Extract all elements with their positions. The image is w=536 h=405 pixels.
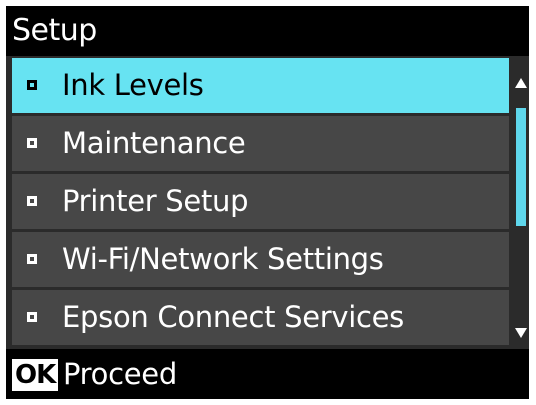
menu-item-printer-setup[interactable]: Printer Setup	[12, 174, 509, 229]
menu-item-label: Epson Connect Services	[62, 300, 404, 334]
screen-title: Setup	[6, 6, 529, 56]
menu-item-label: Ink Levels	[62, 68, 204, 102]
scrollbar[interactable]	[513, 58, 529, 346]
scroll-up-arrow-icon	[515, 78, 527, 88]
scrollbar-thumb[interactable]	[516, 108, 526, 226]
menu-item-epson-connect-services[interactable]: Epson Connect Services	[12, 290, 509, 345]
menu-item-maintenance[interactable]: Maintenance	[12, 116, 509, 171]
bullet-icon	[27, 196, 37, 206]
bullet-icon	[27, 254, 37, 264]
bullet-icon	[27, 312, 37, 322]
menu-item-label: Wi-Fi/Network Settings	[62, 242, 384, 276]
menu-item-label: Maintenance	[62, 126, 246, 160]
scroll-down-arrow-icon	[515, 328, 527, 338]
setup-menu-list: Ink Levels Maintenance Printer Setup Wi-…	[12, 58, 509, 346]
footer-action-label: Proceed	[63, 357, 177, 391]
printer-lcd-screen: Setup Ink Levels Maintenance Printer Set…	[6, 6, 529, 399]
menu-item-label: Printer Setup	[62, 184, 249, 218]
bullet-icon	[27, 80, 37, 90]
ok-button-icon: OK	[12, 359, 59, 391]
bullet-icon	[27, 138, 37, 148]
menu-item-ink-levels[interactable]: Ink Levels	[12, 58, 509, 113]
footer-bar: OK Proceed	[6, 349, 529, 399]
menu-item-wifi-network-settings[interactable]: Wi-Fi/Network Settings	[12, 232, 509, 287]
